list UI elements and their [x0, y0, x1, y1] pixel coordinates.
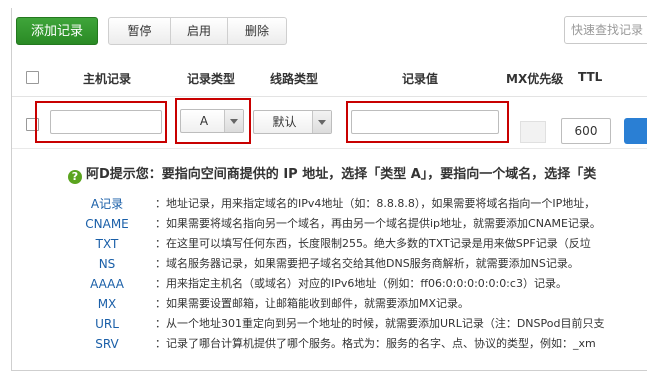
type-desc: ：用来指定主机名（或域名）对应的IPv6地址（例如：ff06:0:0:0:0:0… — [155, 277, 567, 290]
type-desc: ：地址记录，用来指定域名的IPv4地址（如：8.8.8.8），如果需要将域名指向… — [155, 197, 596, 210]
pause-button[interactable]: 暂停 — [108, 17, 171, 45]
new-record-row: A 默认 600 — [12, 98, 647, 149]
ttl-input[interactable]: 600 — [561, 118, 611, 144]
list-item: NS ：域名服务器记录，如果需要把子域名交给其他DNS服务商解析，就需要添加NS… — [12, 254, 647, 274]
type-desc: ：从一个地址301重定向到另一个地址的时候，就需要添加URL记录（注：DNSPo… — [155, 317, 605, 330]
list-item: URL ：从一个地址301重定向到另一个地址的时候，就需要添加URL记录（注：D… — [12, 314, 647, 334]
record-value-input[interactable] — [351, 110, 499, 134]
record-type-select[interactable]: A — [180, 109, 244, 133]
header-mx: MX优先级 — [506, 72, 564, 86]
chevron-down-icon — [224, 110, 243, 132]
list-item: AAAA ：用来指定主机名（或域名）对应的IPv6地址（例如：ff06:0:0:… — [12, 274, 647, 294]
list-item: MX ：如果需要设置邮箱，让邮箱能收到邮件，就需要添加MX记录。 — [12, 294, 647, 314]
record-action-group: 暂停 启用 删除 — [108, 17, 287, 45]
record-type-value: A — [199, 114, 209, 128]
mx-priority-input — [520, 121, 546, 143]
header-host: 主机记录 — [83, 72, 132, 86]
list-item: CNAME ：如果需要将域名指向另一个域名，再由另一个域名提供ip地址，就需要添… — [12, 214, 647, 234]
tip-text: 阿D提示您：要指向空间商提供的 IP 地址，选择「类型 A」，要指向一个域名，选… — [86, 167, 597, 182]
type-name: TXT — [95, 237, 119, 251]
enable-button[interactable]: 启用 — [171, 17, 228, 45]
line-type-select[interactable]: 默认 — [253, 110, 332, 134]
list-item: TXT ：在这里可以填写任何东西，长度限制255。绝大多数的TXT记录是用来做S… — [12, 234, 647, 254]
type-desc: ：如果需要将域名指向另一个域名，再由另一个域名提供ip地址，就需要添加CNAME… — [155, 217, 601, 230]
host-record-input[interactable] — [50, 110, 162, 134]
type-name: SRV — [95, 337, 119, 351]
delete-button[interactable]: 删除 — [228, 17, 287, 45]
type-name: NS — [98, 257, 116, 271]
type-desc: ：记录了哪台计算机提供了哪个服务。格式为：服务的名字、点、协议的类型，例如：_x… — [155, 337, 596, 350]
type-name: AAAA — [90, 277, 124, 291]
chevron-down-icon — [312, 111, 331, 133]
line-type-value: 默认 — [272, 115, 297, 129]
add-record-button[interactable]: 添加记录 — [16, 17, 98, 45]
dns-record-panel: 添加记录 暂停 启用 删除 快速查找记录 主机记录 记录类型 线路类型 记录值 … — [11, 8, 647, 371]
header-type: 记录类型 — [187, 72, 236, 86]
list-item: A记录 ：地址记录，用来指定域名的IPv4地址（如：8.8.8.8），如果需要将… — [12, 194, 647, 214]
type-desc: ：域名服务器记录，如果需要把子域名交给其他DNS服务商解析，就需要添加NS记录。 — [155, 257, 579, 270]
save-button[interactable] — [624, 118, 647, 144]
header-line: 线路类型 — [270, 72, 319, 86]
header-value: 记录值 — [402, 72, 439, 86]
type-name: URL — [95, 317, 119, 331]
header-ttl: TTL — [578, 70, 603, 84]
type-desc: ：在这里可以填写任何东西，长度限制255。绝大多数的TXT记录是用来做SPF记录… — [155, 237, 591, 250]
table-header: 主机记录 记录类型 线路类型 记录值 MX优先级 TTL — [12, 58, 647, 97]
select-all-checkbox[interactable] — [26, 71, 39, 84]
tip-line: ? 阿D提示您：要指向空间商提供的 IP 地址，选择「类型 A」，要指向一个域名，… — [68, 163, 596, 184]
question-icon: ? — [68, 170, 82, 184]
list-item: SRV ：记录了哪台计算机提供了哪个服务。格式为：服务的名字、点、协议的类型，例… — [12, 334, 647, 354]
type-desc: ：如果需要设置邮箱，让邮箱能收到邮件，就需要添加MX记录。 — [155, 297, 470, 310]
toolbar: 添加记录 暂停 启用 删除 快速查找记录 — [12, 8, 647, 54]
type-name: MX — [97, 297, 117, 311]
type-name: A记录 — [90, 197, 124, 211]
type-name: CNAME — [85, 217, 129, 231]
quick-search-input[interactable]: 快速查找记录 — [564, 16, 647, 44]
